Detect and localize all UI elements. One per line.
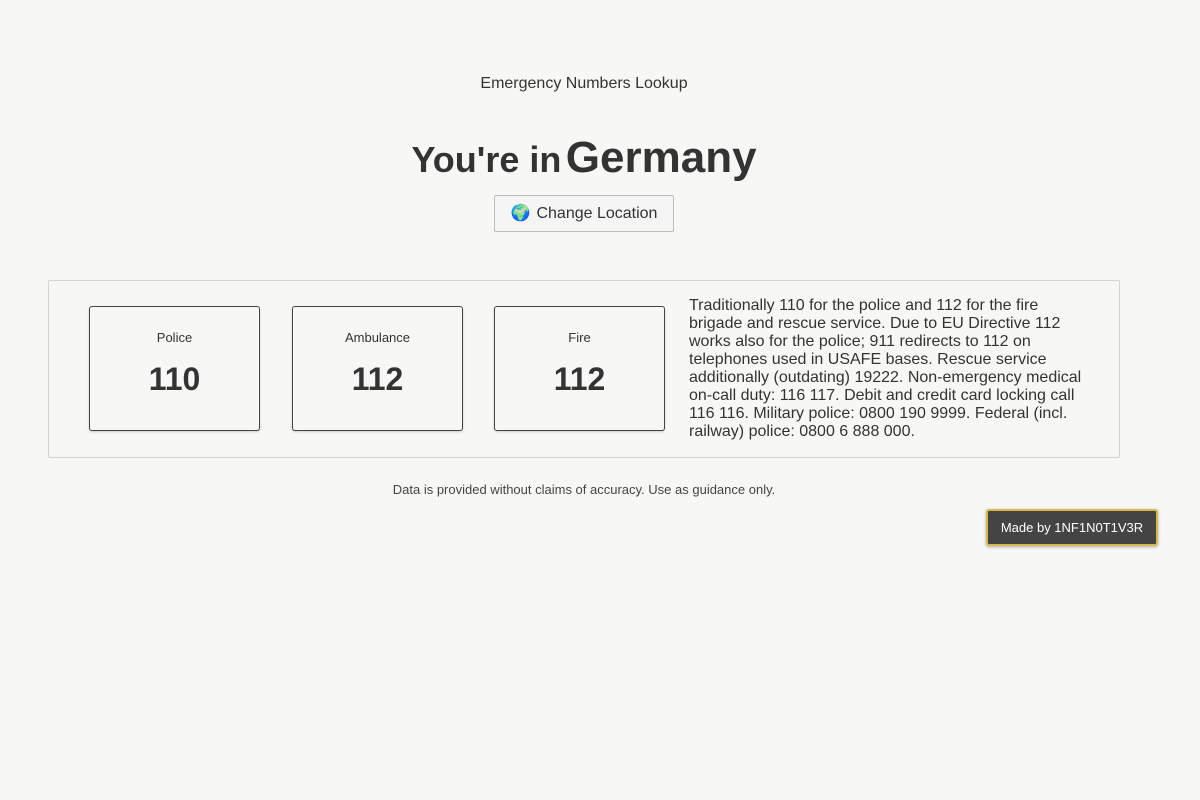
change-location-label: Change Location — [536, 204, 658, 222]
country-info-text: Traditionally 110 for the police and 112… — [689, 297, 1082, 440]
page-title: You're in Germany — [0, 133, 1168, 183]
fire-label: Fire — [568, 330, 591, 345]
ambulance-label: Ambulance — [344, 330, 411, 345]
headline-prefix: You're in — [411, 139, 562, 180]
fire-card: Fire 112 — [494, 306, 665, 431]
ambulance-number: 112 — [351, 361, 404, 397]
ambulance-card: Ambulance 112 — [292, 306, 463, 431]
police-label: Police — [156, 330, 193, 345]
disclaimer: Data is provided without claims of accur… — [392, 482, 776, 497]
change-location-button[interactable]: 🌍 Change Location — [494, 195, 674, 232]
country-name: Germany — [565, 133, 757, 182]
globe-icon: 🌍 — [510, 204, 531, 222]
police-card: Police 110 — [89, 306, 260, 431]
fire-number: 112 — [553, 361, 606, 397]
police-number: 110 — [148, 361, 201, 397]
app-title: Emergency Numbers Lookup — [480, 75, 688, 92]
made-by-badge[interactable]: Made by 1NF1N0T1V3R — [986, 509, 1158, 546]
emergency-numbers-panel: Police 110 Ambulance 112 Fire 112 Tradit… — [48, 280, 1120, 458]
